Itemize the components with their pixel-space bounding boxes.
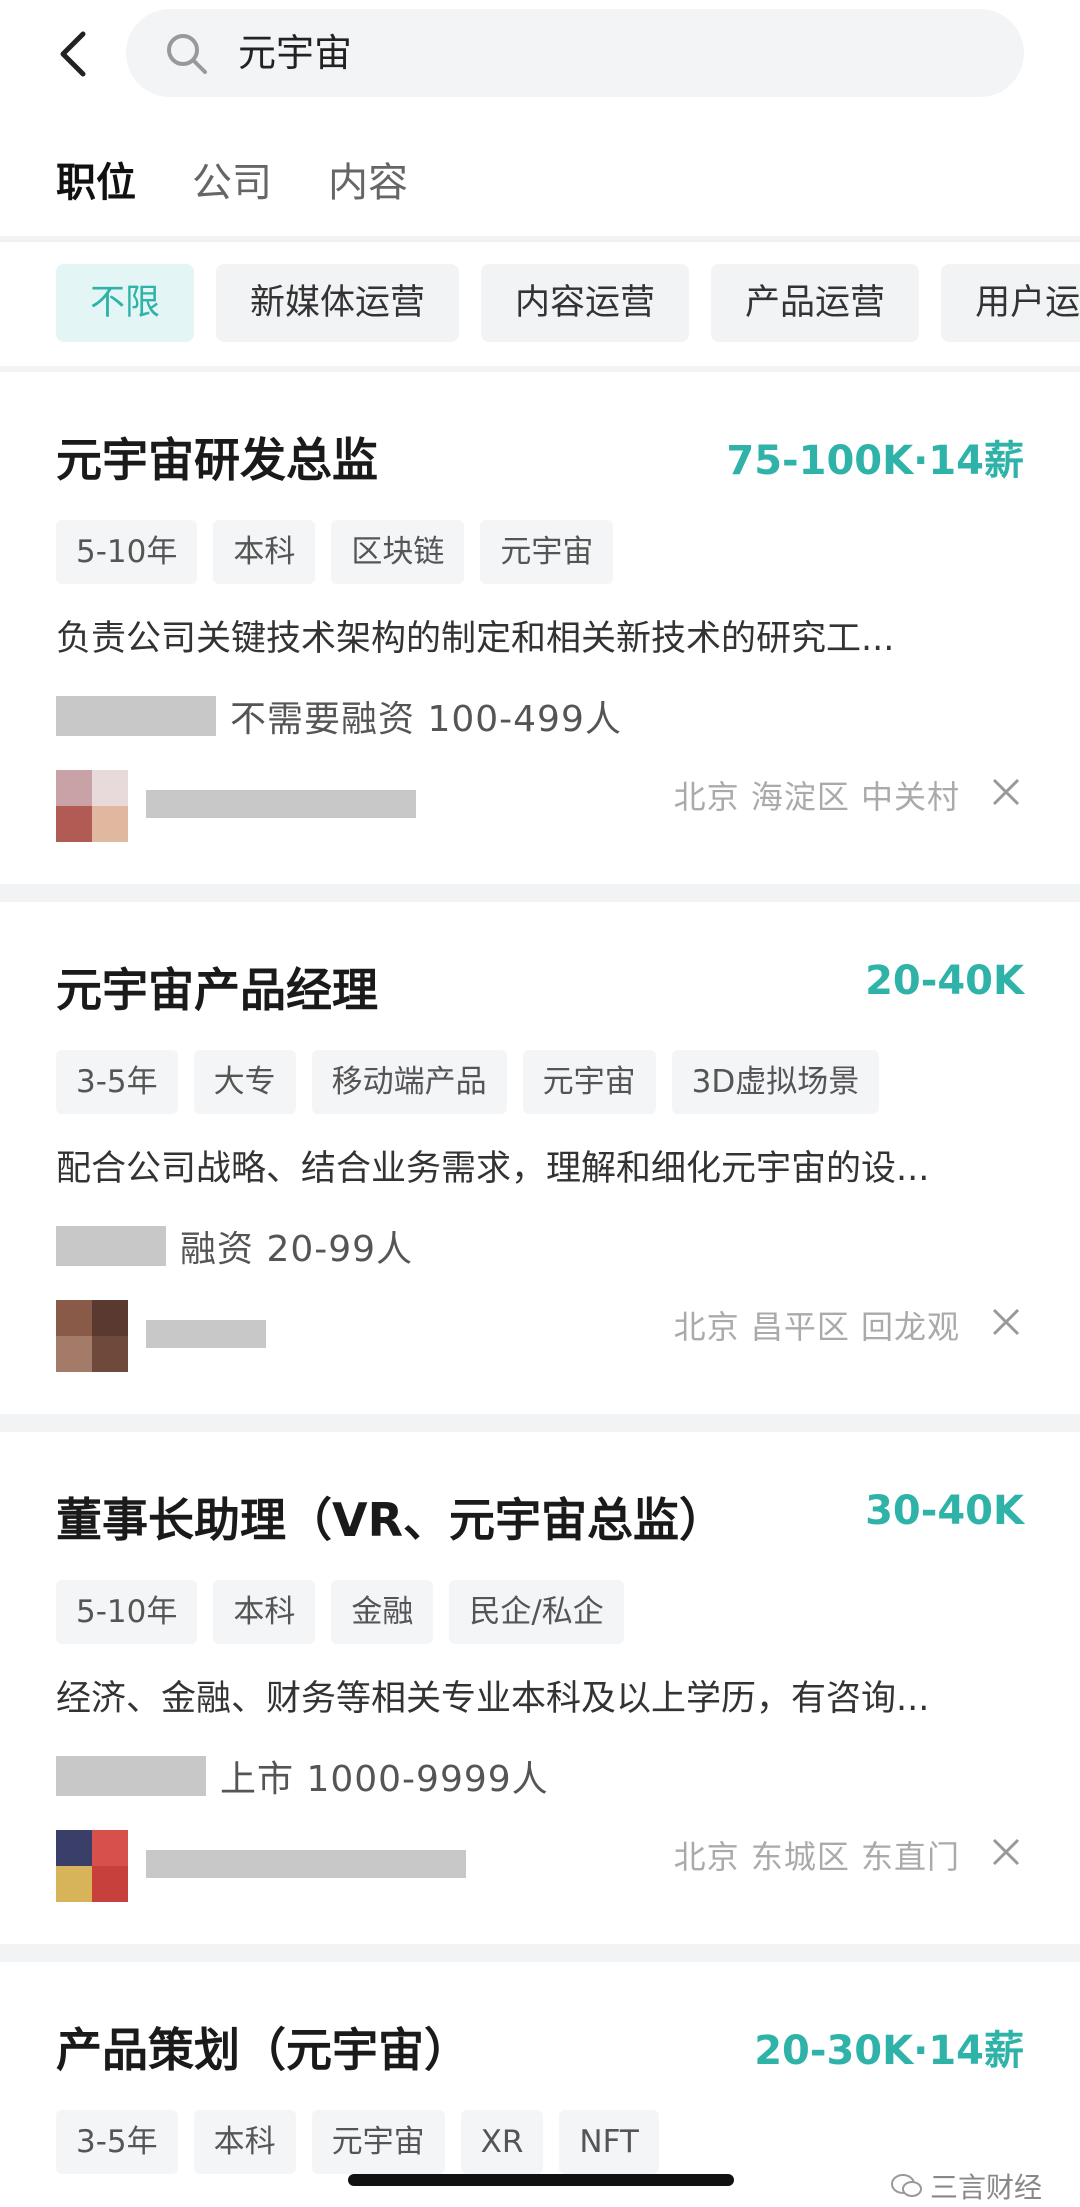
job-tag: 金融	[331, 1580, 434, 1644]
search-query: 元宇宙	[238, 31, 353, 75]
job-card[interactable]: 董事长助理（VR、元宇宙总监） 30-40K 5-10年 本科 金融 民企/私企…	[0, 1432, 1080, 1944]
job-tag: 民企/私企	[449, 1580, 624, 1644]
filter-chip-user-ops[interactable]: 用户运营	[941, 264, 1080, 342]
job-tag: 元宇宙	[522, 1050, 656, 1114]
job-title: 元宇宙研发总监	[56, 433, 378, 487]
close-icon[interactable]	[984, 1830, 1028, 1874]
job-tags: 5-10年 本科 金融 民企/私企	[56, 1580, 624, 1644]
header: 元宇宙 职位 公司 内容	[0, 0, 1080, 236]
job-tag: 本科	[193, 2110, 296, 2174]
company-name-redacted	[56, 1756, 206, 1796]
wechat-icon	[891, 2174, 922, 2197]
job-card[interactable]: 元宇宙研发总监 75-100K·14薪 5-10年 本科 区块链 元宇宙 负责公…	[0, 372, 1080, 884]
search-icon	[167, 34, 207, 74]
job-tag: 3D虚拟场景	[671, 1050, 880, 1114]
job-tag: 3-5年	[56, 1050, 178, 1114]
job-tag: 元宇宙	[480, 520, 614, 584]
company-name-redacted	[56, 696, 216, 736]
job-tags: 3-5年 本科 元宇宙 XR NFT	[56, 2110, 659, 2174]
job-tags: 3-5年 大专 移动端产品 元宇宙 3D虚拟场景	[56, 1050, 880, 1114]
recruiter-name-redacted	[146, 1320, 266, 1348]
tab-companies[interactable]: 公司	[192, 150, 272, 208]
job-salary: 75-100K·14薪	[726, 438, 1024, 484]
job-tag: 区块链	[331, 520, 465, 584]
filter-bar: 不限 新媒体运营 内容运营 产品运营 用户运营	[0, 240, 1080, 366]
filter-chip-product-ops[interactable]: 产品运营	[711, 264, 920, 342]
job-tag: 大专	[193, 1050, 296, 1114]
company-info: 不需要融资 100-499人	[230, 699, 622, 740]
company-row: 不需要融资 100-499人	[56, 690, 622, 742]
search-input[interactable]: 元宇宙	[126, 9, 1024, 97]
job-tag: 移动端产品	[311, 1050, 507, 1114]
job-description: 负责公司关键技术架构的制定和相关新技术的研究工...	[56, 619, 895, 659]
company-info: 融资 20-99人	[180, 1229, 414, 1270]
company-name-redacted	[56, 1226, 166, 1266]
chevron-left-icon	[60, 31, 86, 77]
home-indicator[interactable]	[348, 2174, 734, 2186]
watermark: 三言财经	[890, 2166, 1042, 2206]
filter-chip-all[interactable]: 不限	[56, 264, 195, 342]
job-tag: XR	[460, 2110, 544, 2174]
job-location: 北京 东城区 东直门	[673, 1838, 960, 1876]
close-icon[interactable]	[984, 1300, 1028, 1344]
job-description: 经济、金融、财务等相关专业本科及以上学历，有咨询...	[56, 1679, 930, 1719]
job-salary: 20-30K·14薪	[754, 2028, 1024, 2074]
watermark-text: 三言财经	[930, 2171, 1043, 2204]
job-location: 北京 昌平区 回龙观	[673, 1308, 960, 1346]
back-button[interactable]	[44, 26, 100, 82]
job-tags: 5-10年 本科 区块链 元宇宙	[56, 520, 614, 584]
job-description: 配合公司战略、结合业务需求，理解和细化元宇宙的设...	[56, 1149, 930, 1189]
job-title: 元宇宙产品经理	[56, 963, 378, 1017]
avatar	[56, 1830, 128, 1902]
tab-positions[interactable]: 职位	[56, 150, 136, 208]
recruiter-name-redacted	[146, 1850, 466, 1878]
job-title: 产品策划（元宇宙）	[56, 2023, 470, 2077]
recruiter-row	[56, 1290, 656, 1374]
job-tag: 5-10年	[56, 1580, 198, 1644]
avatar	[56, 1300, 128, 1372]
job-tag: 5-10年	[56, 520, 198, 584]
avatar	[56, 770, 128, 842]
job-salary: 30-40K	[865, 1488, 1024, 1534]
job-tag: 本科	[213, 520, 316, 584]
job-location: 北京 海淀区 中关村	[673, 778, 960, 816]
job-tag: 本科	[213, 1580, 316, 1644]
job-tag: NFT	[559, 2110, 659, 2174]
company-row: 融资 20-99人	[56, 1220, 413, 1272]
tab-content[interactable]: 内容	[328, 150, 408, 208]
job-tag: 元宇宙	[311, 2110, 445, 2174]
close-icon[interactable]	[984, 770, 1028, 814]
job-tag: 3-5年	[56, 2110, 178, 2174]
filter-chip-content-ops[interactable]: 内容运营	[481, 264, 690, 342]
job-card[interactable]: 元宇宙产品经理 20-40K 3-5年 大专 移动端产品 元宇宙 3D虚拟场景 …	[0, 902, 1080, 1414]
company-row: 上市 1000-9999人	[56, 1750, 549, 1802]
filter-chip-new-media[interactable]: 新媒体运营	[216, 264, 460, 342]
category-tabs: 职位 公司 内容	[56, 150, 408, 208]
recruiter-name-redacted	[146, 790, 416, 818]
recruiter-row	[56, 1820, 656, 1904]
recruiter-row	[56, 760, 656, 844]
job-title: 董事长助理（VR、元宇宙总监）	[56, 1493, 726, 1547]
job-salary: 20-40K	[865, 958, 1024, 1004]
company-info: 上市 1000-9999人	[220, 1759, 549, 1800]
